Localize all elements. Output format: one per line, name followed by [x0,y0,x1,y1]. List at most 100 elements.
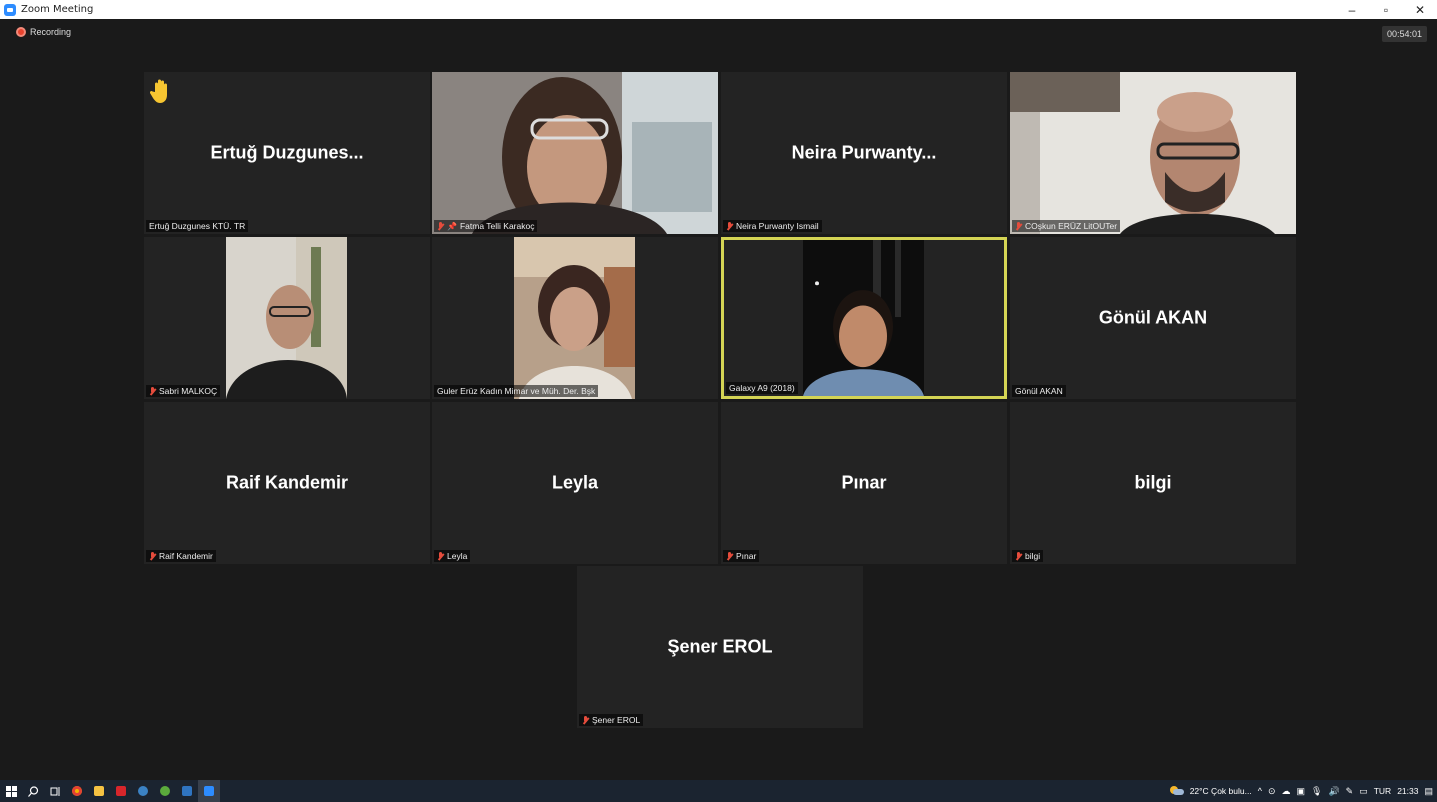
recording-icon [16,27,26,37]
participant-name-text: Pınar [736,551,757,561]
battery-icon[interactable]: ▭ [1359,786,1368,797]
participant-tile[interactable]: Leyla Leyla [432,402,718,564]
participant-display-name: Ertuğ Duzgunes... [210,142,364,163]
notification-icon[interactable]: ▤ [1424,786,1433,797]
onedrive-icon[interactable]: ☁ [1281,786,1290,797]
participant-name-text: Leyla [447,551,468,561]
search-icon[interactable] [22,780,44,802]
acrobat-icon[interactable] [110,780,132,802]
app-tray-icon[interactable]: ▣ [1296,786,1305,797]
participant-name-text: bilgi [1025,551,1041,561]
participant-name-text: Guler Erüz Kadın Mimar ve Müh. Der. Bşk [437,386,596,396]
participant-video [514,237,635,399]
participant-video [803,240,924,396]
file-explorer-icon[interactable] [88,780,110,802]
qgis-icon[interactable] [154,780,176,802]
participant-tile-active-speaker[interactable]: Galaxy A9 (2018) [721,237,1007,399]
windows-start-icon[interactable] [0,780,22,802]
windows-taskbar: 22°C Çok bulu... ^ ⊙ ☁ ▣ 🎙 🔊 ✎ ▭ TUR 21:… [0,780,1437,802]
task-view-icon[interactable] [44,780,66,802]
participant-tile[interactable]: Raif Kandemir Raif Kandemir [144,402,430,564]
muted-mic-icon [582,715,589,725]
participant-name-text: Galaxy A9 (2018) [729,383,795,393]
muted-mic-icon [149,551,156,561]
participant-name-text: Sabri MALKOÇ [159,386,218,396]
system-tray: 22°C Çok bulu... ^ ⊙ ☁ ▣ 🎙 🔊 ✎ ▭ TUR 21:… [1169,780,1433,802]
participant-tile[interactable]: Ertuğ Duzgunes... Ertuğ Duzgunes KTÜ. TR [144,72,430,234]
participant-name-label: Pınar [723,550,760,562]
participant-name-label: Neira Purwanty Ismail [723,220,822,232]
participant-tile[interactable]: Şener EROL Şener EROL [577,566,863,728]
participant-name-text: Raif Kandemir [159,551,213,561]
participant-name-text: Gönül AKAN [1015,386,1063,396]
participant-video [226,237,347,399]
participant-tile[interactable]: Sabri MALKOÇ [144,237,430,399]
participant-name-label: Ertuğ Duzgunes KTÜ. TR [146,220,249,232]
recording-indicator[interactable]: Recording [16,27,71,37]
window-title-bar: Zoom Meeting – ▫ ✕ [0,0,1437,19]
participant-name-text: Fatma Telli Karakoç [459,221,535,231]
participant-name-label: bilgi [1012,550,1044,562]
participant-tile[interactable]: Gönül AKAN Gönül AKAN [1010,237,1296,399]
app-icon[interactable] [176,780,198,802]
participant-name-text: Ertuğ Duzgunes KTÜ. TR [149,221,246,231]
participant-tile[interactable]: Pınar Pınar [721,402,1007,564]
participant-tile[interactable]: Guler Erüz Kadın Mimar ve Müh. Der. Bşk [432,237,718,399]
muted-mic-icon [1015,551,1022,561]
participant-name-label: Gönül AKAN [1012,385,1066,397]
participant-display-name: Leyla [551,472,599,493]
maximize-button[interactable]: ▫ [1369,0,1403,19]
participant-display-name: bilgi [1134,472,1172,493]
speaker-icon[interactable]: 🔊 [1328,786,1339,797]
microphone-icon[interactable]: 🎙 [1311,786,1322,797]
participant-tile[interactable]: COşkun ERÜZ LitOUTer [1010,72,1296,234]
participant-name-label: 📌 Fatma Telli Karakoç [434,220,538,232]
meeting-gallery: Recording 00:54:01 Ertuğ Duzgunes... Ert… [0,19,1437,780]
participant-video [432,72,718,234]
zoom-app-icon [4,3,16,16]
participant-tile[interactable]: bilgi bilgi [1010,402,1296,564]
weather-icon[interactable] [1169,786,1184,796]
clock[interactable]: 21:33 [1397,786,1418,796]
participant-name-label: Guler Erüz Kadın Mimar ve Müh. Der. Bşk [434,385,599,397]
muted-mic-icon [726,221,733,231]
muted-mic-icon [1015,221,1022,231]
participant-tile[interactable]: 📌 Fatma Telli Karakoç [432,72,718,234]
participant-display-name: Neira Purwanty... [791,142,937,163]
participant-video [1010,72,1296,234]
zoom-taskbar-icon[interactable] [198,780,220,802]
minimize-button[interactable]: – [1335,0,1369,19]
participant-name-label: COşkun ERÜZ LitOUTer [1012,220,1121,232]
recording-label: Recording [30,27,72,37]
participant-name-text: Neira Purwanty Ismail [736,221,819,231]
chrome-icon[interactable] [66,780,88,802]
window-controls: – ▫ ✕ [1335,0,1437,19]
browser-icon[interactable] [132,780,154,802]
participant-name-text: Şener EROL [592,715,641,725]
participant-display-name: Raif Kandemir [225,472,349,493]
meeting-timer: 00:54:01 [1381,26,1427,42]
network-app-icon[interactable]: ⊙ [1268,786,1276,797]
participant-display-name: Şener EROL [667,636,773,657]
pin-icon: 📌 [447,221,457,231]
participant-name-label: Raif Kandemir [146,550,216,562]
participant-name-label: Galaxy A9 (2018) [726,382,798,394]
close-button[interactable]: ✕ [1403,0,1437,19]
pen-icon[interactable]: ✎ [1346,786,1354,797]
chevron-up-icon[interactable]: ^ [1258,786,1262,796]
participant-name-text: COşkun ERÜZ LitOUTer [1025,221,1118,231]
participant-display-name: Pınar [841,472,887,493]
muted-mic-icon [726,551,733,561]
weather-text[interactable]: 22°C Çok bulu... [1190,786,1252,796]
muted-mic-icon [437,551,444,561]
muted-mic-icon [149,386,156,396]
muted-mic-icon [437,221,444,231]
window-title: Zoom Meeting [21,4,94,15]
participant-name-label: Leyla [434,550,471,562]
participant-display-name: Gönül AKAN [1098,307,1208,328]
participant-name-label: Sabri MALKOÇ [146,385,221,397]
participant-tile[interactable]: Neira Purwanty... Neira Purwanty Ismail [721,72,1007,234]
raised-hand-icon [150,79,167,103]
language-indicator[interactable]: TUR [1374,786,1391,796]
participant-name-label: Şener EROL [579,714,644,726]
